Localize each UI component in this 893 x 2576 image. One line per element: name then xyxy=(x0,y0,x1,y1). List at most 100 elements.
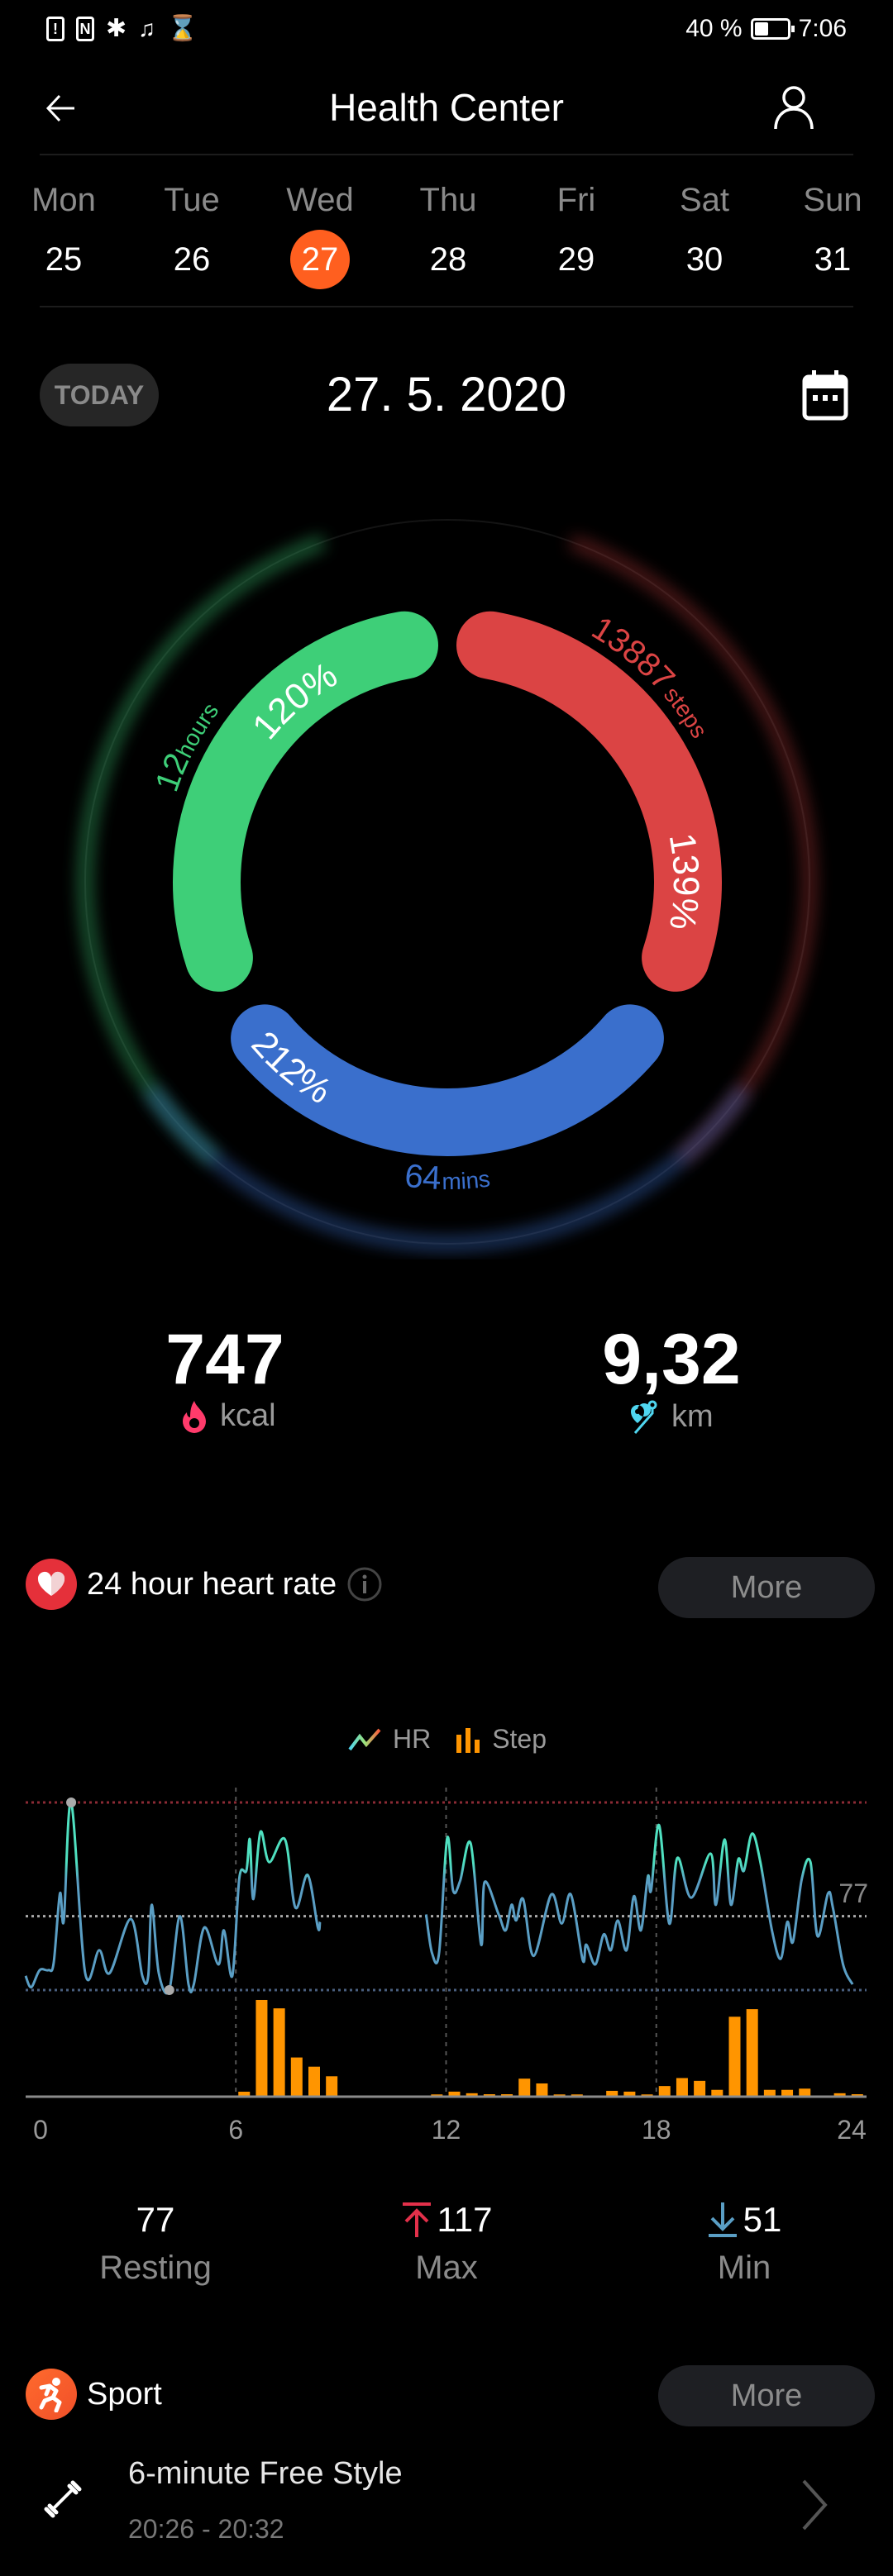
step-bar xyxy=(238,2092,251,2096)
x-tick-label: 24 xyxy=(837,2115,867,2145)
day-number: 26 xyxy=(173,241,211,278)
day-29[interactable]: 29 xyxy=(527,238,626,281)
status-bar: ! N ✱ ♫ ⌛ 40 % 7:06 xyxy=(0,0,893,58)
sport-list-item[interactable]: 6-minute Free Style 20:26 - 20:32 xyxy=(0,2446,893,2562)
flame-icon xyxy=(183,1400,206,1433)
step-bar xyxy=(606,2090,618,2096)
day-28[interactable]: 28 xyxy=(399,238,498,281)
divider xyxy=(40,306,853,307)
clock: 7:06 xyxy=(798,15,847,42)
hr-line-segment xyxy=(24,1801,322,1995)
sport-header: Sport xyxy=(26,2369,162,2420)
step-bar xyxy=(763,2089,776,2096)
bell-off-icon: ♫ xyxy=(138,16,156,41)
calendar-icon xyxy=(802,370,848,421)
step-bar xyxy=(553,2094,566,2096)
day-31[interactable]: 31 xyxy=(783,238,882,281)
resting-value: 77 xyxy=(136,2200,175,2239)
exercise-value: 64mins xyxy=(403,1158,491,1197)
day-name: Tue xyxy=(164,182,220,218)
max-label: Max xyxy=(415,2250,478,2286)
day-number: 31 xyxy=(814,241,852,278)
calendar-button[interactable] xyxy=(800,369,850,421)
min-value: 51 xyxy=(743,2200,782,2239)
day-name: Fri xyxy=(556,182,596,218)
x-tick-label: 12 xyxy=(432,2115,461,2145)
arrow-up-max-icon xyxy=(402,2202,431,2237)
sport-item-name: 6-minute Free Style xyxy=(128,2456,403,2491)
step-bar xyxy=(799,2088,811,2096)
legend-step: Step xyxy=(492,1724,547,1754)
barbell-icon xyxy=(44,2480,82,2518)
steps-percent: 139% xyxy=(661,831,707,932)
heart-rate-more-button[interactable]: More xyxy=(658,1557,875,1618)
step-bar xyxy=(448,2091,461,2096)
person-icon xyxy=(774,86,814,130)
step-bar xyxy=(781,2089,794,2096)
day-number: 30 xyxy=(685,241,723,278)
step-bar xyxy=(851,2094,863,2096)
nfc-icon: N xyxy=(76,17,94,41)
heart-icon xyxy=(26,1559,77,1610)
arrow-down-min-icon xyxy=(708,2202,737,2237)
min-label: Min xyxy=(717,2250,771,2286)
step-bar xyxy=(431,2094,443,2096)
day-number: 27 xyxy=(290,230,350,289)
battery-icon xyxy=(750,18,795,40)
day-25[interactable]: 25 xyxy=(14,238,113,281)
sport-item-time: 20:26 - 20:32 xyxy=(128,2514,284,2544)
day-27[interactable]: 27 xyxy=(270,230,370,289)
x-tick-label: 6 xyxy=(228,2115,243,2145)
battery-percent: 40 % xyxy=(685,15,743,42)
step-bar xyxy=(641,2094,653,2096)
step-bar xyxy=(466,2093,478,2096)
sport-more-button[interactable]: More xyxy=(658,2365,875,2426)
hr-line-icon xyxy=(348,1728,381,1750)
day-26[interactable]: 26 xyxy=(142,238,241,281)
heart-rate-title: 24 hour heart rate xyxy=(87,1566,337,1602)
day-name: Wed xyxy=(286,182,354,218)
step-bar xyxy=(290,2057,303,2096)
day-number: 25 xyxy=(45,241,83,278)
page-title: Health Center xyxy=(329,86,564,129)
chevron-right-icon xyxy=(802,2479,828,2531)
calories-unit: kcal xyxy=(220,1398,276,1433)
resting-reference-label: 77 xyxy=(838,1878,868,1908)
resting-stat: 77 Resting xyxy=(31,2200,279,2287)
profile-button[interactable] xyxy=(769,83,819,132)
step-bar xyxy=(273,2008,285,2096)
day-number: 29 xyxy=(557,241,595,278)
alert-icon: ! xyxy=(46,17,64,41)
legend-hr: HR xyxy=(392,1724,432,1754)
max-point xyxy=(66,1797,77,1807)
day-name: Thu xyxy=(419,182,477,218)
heart-rate-header: 24 hour heart rate xyxy=(26,1559,383,1610)
step-bar xyxy=(536,2083,548,2096)
resting-label: Resting xyxy=(99,2250,212,2286)
calories-value: 747 xyxy=(165,1320,284,1399)
heart-rate-chart[interactable]: 77 0 6 12 18 24 xyxy=(0,1769,893,2165)
activity-rings: 120% 12hours 13887steps 139% 212% 64mins xyxy=(79,519,815,1250)
day-30[interactable]: 30 xyxy=(655,238,754,281)
min-point xyxy=(164,1985,174,1995)
hr-line-segment xyxy=(424,1823,854,1985)
day-name: Sun xyxy=(803,182,862,218)
calories-unit-row: kcal xyxy=(180,1398,276,1434)
bluetooth-icon: ✱ xyxy=(106,15,127,42)
step-bar xyxy=(711,2089,723,2096)
step-bar xyxy=(833,2093,846,2096)
step-bar xyxy=(728,2017,741,2096)
info-icon[interactable] xyxy=(346,1566,383,1602)
step-bars-icon xyxy=(456,1727,480,1753)
step-bar xyxy=(483,2094,495,2096)
status-icons: ! N ✱ ♫ ⌛ xyxy=(46,17,198,41)
step-bar xyxy=(501,2094,513,2096)
hourglass-icon: ⌛ xyxy=(167,15,198,42)
day-number: 28 xyxy=(429,241,467,278)
chart-legend: HR Step xyxy=(0,1724,893,1755)
current-date: 27. 5. 2020 xyxy=(326,368,567,421)
route-pin-icon xyxy=(631,1400,657,1434)
step-bar xyxy=(676,2078,688,2096)
step-bar xyxy=(308,2066,320,2096)
day-name: Mon xyxy=(31,182,96,218)
